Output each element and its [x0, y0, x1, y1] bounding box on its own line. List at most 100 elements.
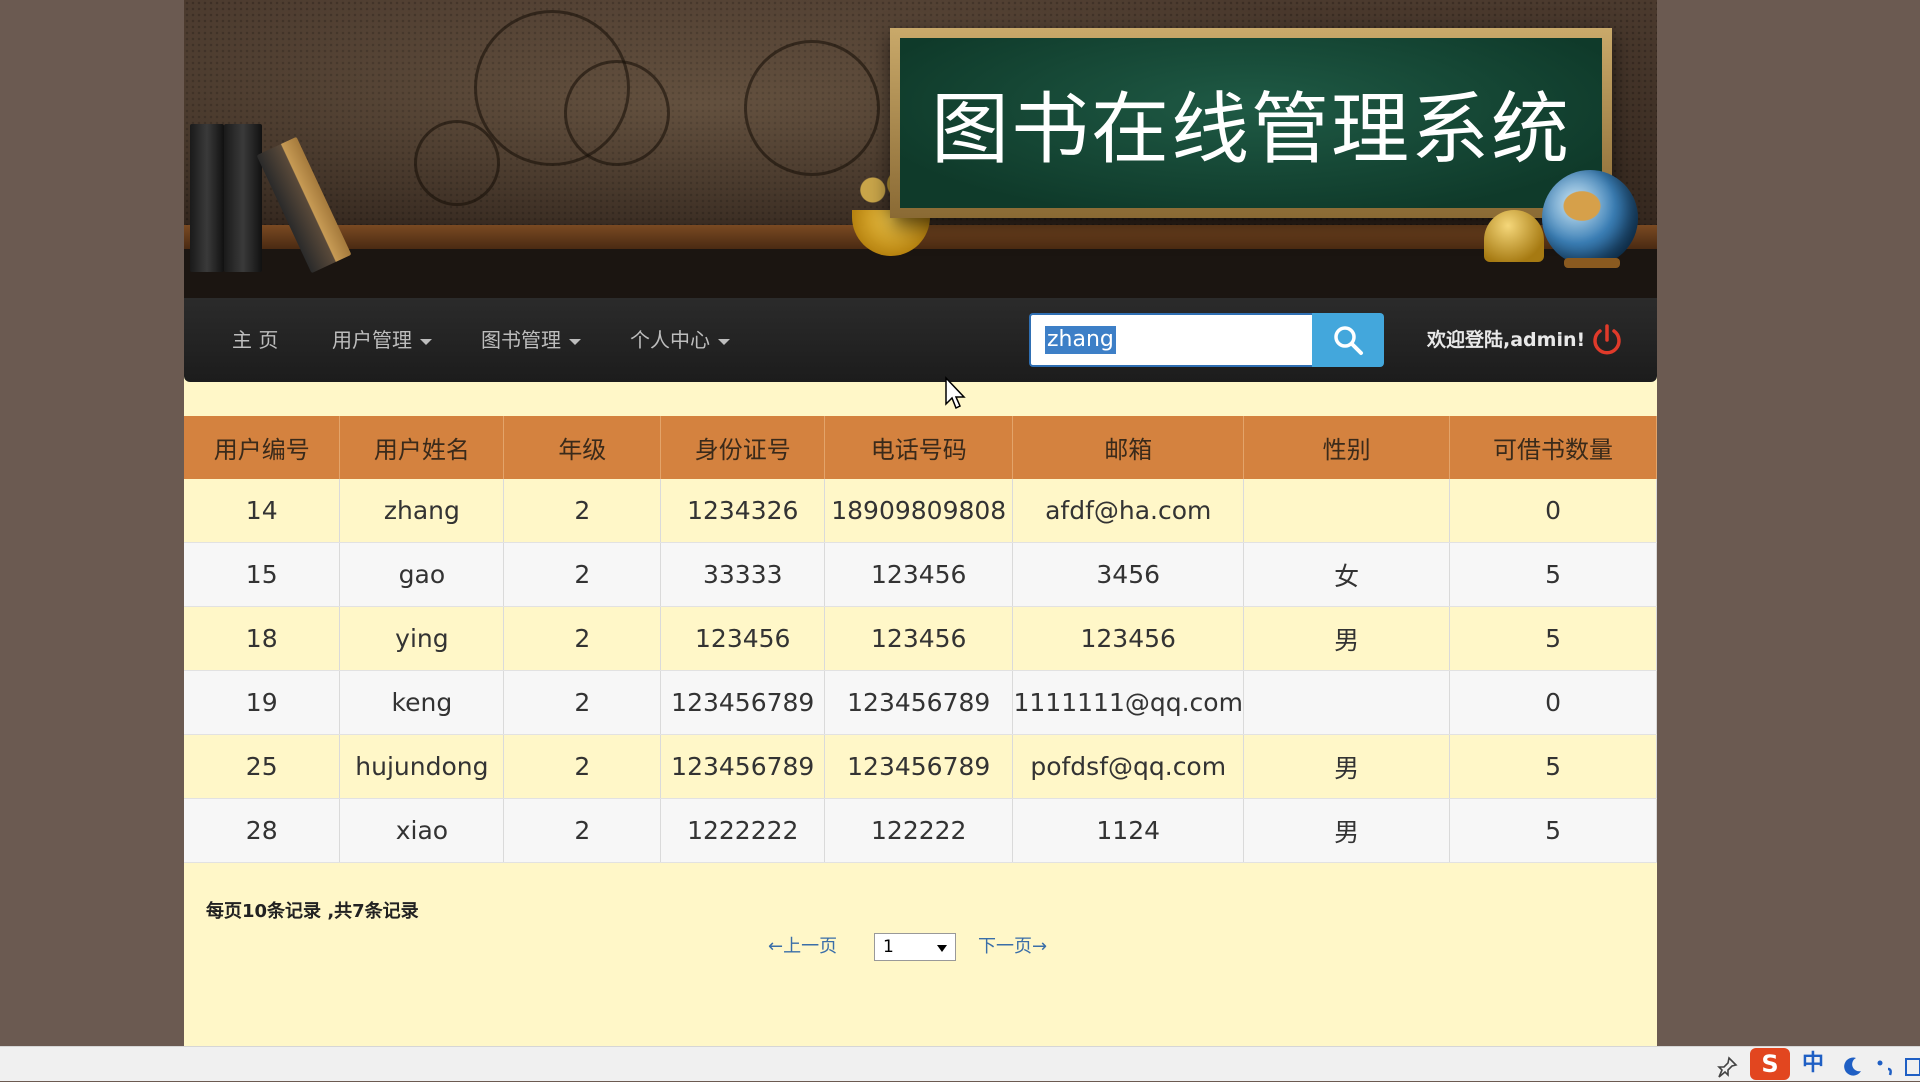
table-row[interactable]: 28 xiao 2 1222222 122222 1124 男 5 [184, 798, 1657, 863]
welcome-text: 欢迎登陆,admin! [1427, 329, 1586, 351]
cell-grade: 2 [503, 734, 662, 799]
globe-stand [1564, 258, 1620, 268]
column-header[interactable]: 年级 [503, 416, 662, 479]
column-header[interactable]: 用户姓名 [339, 416, 505, 479]
cell-user-name: zhang [339, 479, 505, 543]
table-row[interactable]: 19 keng 2 123456789 123456789 1111111@qq… [184, 670, 1657, 735]
nav-personal-center-label: 个人中心 [630, 328, 710, 352]
cell-borrow-count: 5 [1449, 798, 1657, 863]
next-page-link[interactable]: 下一页→ [978, 932, 1047, 962]
cell-borrow-count: 5 [1449, 606, 1657, 671]
cell-email: afdf@ha.com [1012, 479, 1245, 543]
table-row[interactable]: 18 ying 2 123456 123456 123456 男 5 [184, 606, 1657, 671]
cell-user-id: 15 [184, 542, 341, 607]
nav-home-label: 主 页 [232, 328, 279, 352]
pin-icon[interactable] [1715, 1052, 1739, 1082]
chevron-down-icon [569, 338, 581, 345]
punctuation-icon[interactable] [1874, 1052, 1898, 1082]
cell-phone: 123456789 [824, 734, 1014, 799]
cell-phone: 122222 [824, 798, 1014, 863]
column-header[interactable]: 电话号码 [824, 416, 1014, 479]
cell-email: pofdsf@qq.com [1012, 734, 1245, 799]
cell-phone: 123456789 [824, 670, 1014, 735]
search-icon [1334, 326, 1363, 355]
title-board-inner: 图书在线管理系统 [900, 38, 1602, 208]
page-select-value: 1 [883, 937, 894, 957]
cell-user-id: 28 [184, 798, 341, 863]
cell-user-id: 19 [184, 670, 341, 735]
book-image [224, 124, 262, 272]
decorative-swirl [414, 120, 500, 206]
column-header[interactable]: 邮箱 [1012, 416, 1245, 479]
cell-gender: 男 [1243, 606, 1451, 671]
search-group: zhang [1029, 313, 1384, 367]
cell-grade: 2 [503, 606, 662, 671]
nav-book-management[interactable]: 图书管理 [481, 298, 581, 382]
column-header[interactable]: 可借书数量 [1449, 416, 1657, 479]
cell-grade: 2 [503, 542, 662, 607]
sogou-icon[interactable]: S [1750, 1048, 1790, 1080]
cell-gender: 男 [1243, 798, 1451, 863]
ime-language-label[interactable]: 中 [1802, 1049, 1824, 1079]
cell-borrow-count: 0 [1449, 670, 1657, 735]
keyboard-icon[interactable] [1904, 1052, 1920, 1082]
mouse-cursor-icon [945, 376, 966, 410]
page-select[interactable]: 1 [874, 933, 956, 961]
logout-button[interactable] [1586, 319, 1628, 361]
nav-home[interactable]: 主 页 [232, 298, 278, 382]
navbar: 主 页 用户管理 图书管理 个人中心 zhang 欢迎登陆,admin! [184, 298, 1657, 382]
cell-gender [1243, 479, 1451, 543]
chevron-down-icon [420, 338, 432, 345]
title-board: 图书在线管理系统 [890, 28, 1612, 218]
table-header-row: 用户编号 用户姓名 年级 身份证号 电话号码 邮箱 性别 可借书数量 [184, 416, 1657, 479]
cell-borrow-count: 5 [1449, 542, 1657, 607]
nav-book-management-label: 图书管理 [481, 328, 561, 352]
cell-user-id: 25 [184, 734, 341, 799]
search-button[interactable] [1312, 313, 1384, 367]
cell-borrow-count: 0 [1449, 479, 1657, 543]
chevron-down-icon [937, 945, 947, 952]
cell-id-number: 123456789 [660, 734, 826, 799]
globe-land [1562, 190, 1612, 230]
cell-id-number: 123456789 [660, 670, 826, 735]
pagination: ←上一页 1 下一页→ [184, 932, 1657, 962]
cell-id-number: 123456 [660, 606, 826, 671]
cell-user-name: ying [339, 606, 505, 671]
book-image [190, 124, 224, 272]
cell-user-name: gao [339, 542, 505, 607]
nav-personal-center[interactable]: 个人中心 [630, 298, 730, 382]
table-row[interactable]: 14 zhang 2 1234326 18909809808 afdf@ha.c… [184, 479, 1657, 543]
nav-user-management[interactable]: 用户管理 [332, 298, 432, 382]
cell-borrow-count: 5 [1449, 734, 1657, 799]
chevron-down-icon [718, 338, 730, 345]
column-header[interactable]: 性别 [1243, 416, 1451, 479]
moon-icon[interactable] [1840, 1052, 1864, 1082]
nav-user-management-label: 用户管理 [332, 328, 412, 352]
decorative-swirl [564, 60, 670, 166]
prev-page-link[interactable]: ←上一页 [768, 932, 837, 962]
site-title: 图书在线管理系统 [930, 85, 1571, 175]
shelf-shadow [184, 249, 1657, 298]
table-row[interactable]: 25 hujundong 2 123456789 123456789 pofds… [184, 734, 1657, 799]
page-container: 图书在线管理系统 主 页 用户管理 图书管理 个人中心 zhang zhang … [184, 0, 1657, 1046]
user-table: 用户编号 用户姓名 年级 身份证号 电话号码 邮箱 性别 可借书数量 14 zh… [184, 416, 1657, 863]
power-icon [1593, 324, 1621, 355]
cell-grade: 2 [503, 479, 662, 543]
search-input[interactable] [1029, 313, 1312, 367]
cell-email: 1111111@qq.com [1012, 670, 1245, 735]
cell-phone: 123456 [824, 606, 1014, 671]
cell-user-id: 18 [184, 606, 341, 671]
table-row[interactable]: 15 gao 2 33333 123456 3456 女 5 [184, 542, 1657, 607]
bell-image [1484, 210, 1544, 262]
decorative-swirl [744, 40, 880, 176]
cell-email: 123456 [1012, 606, 1245, 671]
cell-gender: 女 [1243, 542, 1451, 607]
cell-user-name: xiao [339, 798, 505, 863]
cell-gender [1243, 670, 1451, 735]
cell-user-name: hujundong [339, 734, 505, 799]
cell-gender: 男 [1243, 734, 1451, 799]
column-header[interactable]: 身份证号 [660, 416, 826, 479]
column-header[interactable]: 用户编号 [184, 416, 341, 479]
cell-phone: 123456 [824, 542, 1014, 607]
cell-user-id: 14 [184, 479, 341, 543]
